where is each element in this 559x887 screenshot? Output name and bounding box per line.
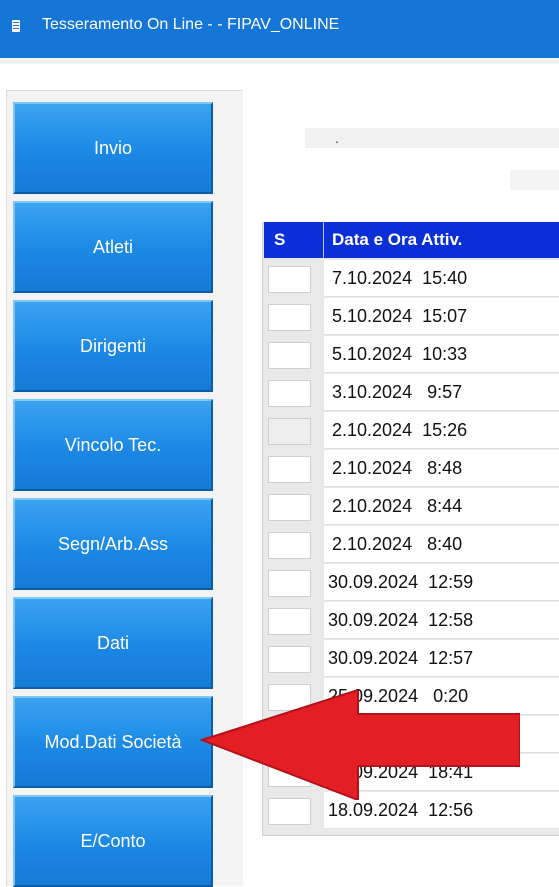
toolbar-strip (0, 58, 559, 64)
table-row[interactable]: 2.10.2024 15:26 (264, 412, 559, 450)
table-row[interactable]: 7.10.2024 15:40 (264, 260, 559, 298)
nav-button-mod-dati-societa[interactable]: Mod.Dati Società (13, 696, 213, 788)
row-status-cell[interactable] (268, 646, 311, 673)
row-status-cell[interactable] (268, 342, 311, 369)
row-datetime: 3.10.2024 9:57 (324, 374, 559, 411)
row-status-cell[interactable] (268, 608, 311, 635)
nav-button-invio[interactable]: Invio (13, 102, 213, 194)
row-status-cell[interactable] (268, 380, 311, 407)
window-title: Tesseramento On Line - - FIPAV_ONLINE (42, 16, 340, 33)
column-header-datetime[interactable]: Data e Ora Attiv. (332, 230, 462, 250)
table-row[interactable]: 5.10.2024 10:33 (264, 336, 559, 374)
row-datetime: 5.10.2024 15:07 (324, 298, 559, 335)
table-row[interactable]: 30.09.2024 12:57 (264, 640, 559, 678)
row-datetime: 2.10.2024 15:26 (324, 412, 559, 449)
column-header-s[interactable]: S (274, 230, 285, 250)
row-status-cell[interactable] (268, 494, 311, 521)
row-status-cell[interactable] (268, 798, 311, 825)
table-row[interactable]: 5.10.2024 15:07 (264, 298, 559, 336)
row-status-cell[interactable] (268, 304, 311, 331)
row-datetime: 2.10.2024 8:40 (324, 526, 559, 563)
table-header: S Data e Ora Attiv. (264, 222, 559, 258)
table-row[interactable]: 2.10.2024 8:48 (264, 450, 559, 488)
row-datetime: 30.09.2024 12:59 (324, 564, 559, 601)
column-divider (323, 222, 324, 258)
nav-button-dirigenti[interactable]: Dirigenti (13, 300, 213, 392)
row-datetime: 2.10.2024 8:48 (324, 450, 559, 487)
row-datetime: 30.09.2024 12:58 (324, 602, 559, 639)
nav-button-segn-arb-ass[interactable]: Segn/Arb.Ass (13, 498, 213, 590)
row-status-cell[interactable] (268, 266, 311, 293)
row-status-cell[interactable] (268, 532, 311, 559)
row-datetime: 5.10.2024 10:33 (324, 336, 559, 373)
nav-button-dati[interactable]: Dati (13, 597, 213, 689)
nav-button-atleti[interactable]: Atleti (13, 201, 213, 293)
arrow-shape (200, 690, 520, 800)
blurred-info-line: . (305, 128, 559, 148)
blurred-info-line-2 (510, 170, 559, 190)
nav-button-e-conto[interactable]: E/Conto (13, 795, 213, 887)
table-row[interactable]: 2.10.2024 8:44 (264, 488, 559, 526)
row-datetime: 2.10.2024 8:44 (324, 488, 559, 525)
blurred-info-text: . (335, 130, 339, 146)
row-status-cell[interactable] (268, 456, 311, 483)
row-datetime: 30.09.2024 12:57 (324, 640, 559, 677)
document-icon (12, 20, 20, 32)
red-arrow-annotation (200, 690, 520, 800)
table-row[interactable]: 30.09.2024 12:58 (264, 602, 559, 640)
table-row[interactable]: 30.09.2024 12:59 (264, 564, 559, 602)
row-status-cell[interactable] (268, 570, 311, 597)
row-datetime: 7.10.2024 15:40 (324, 260, 559, 297)
table-row[interactable]: 2.10.2024 8:40 (264, 526, 559, 564)
row-status-cell[interactable] (268, 418, 311, 445)
table-row[interactable]: 3.10.2024 9:57 (264, 374, 559, 412)
title-bar: Tesseramento On Line - - FIPAV_ONLINE (0, 0, 559, 58)
nav-button-vincolo-tec[interactable]: Vincolo Tec. (13, 399, 213, 491)
